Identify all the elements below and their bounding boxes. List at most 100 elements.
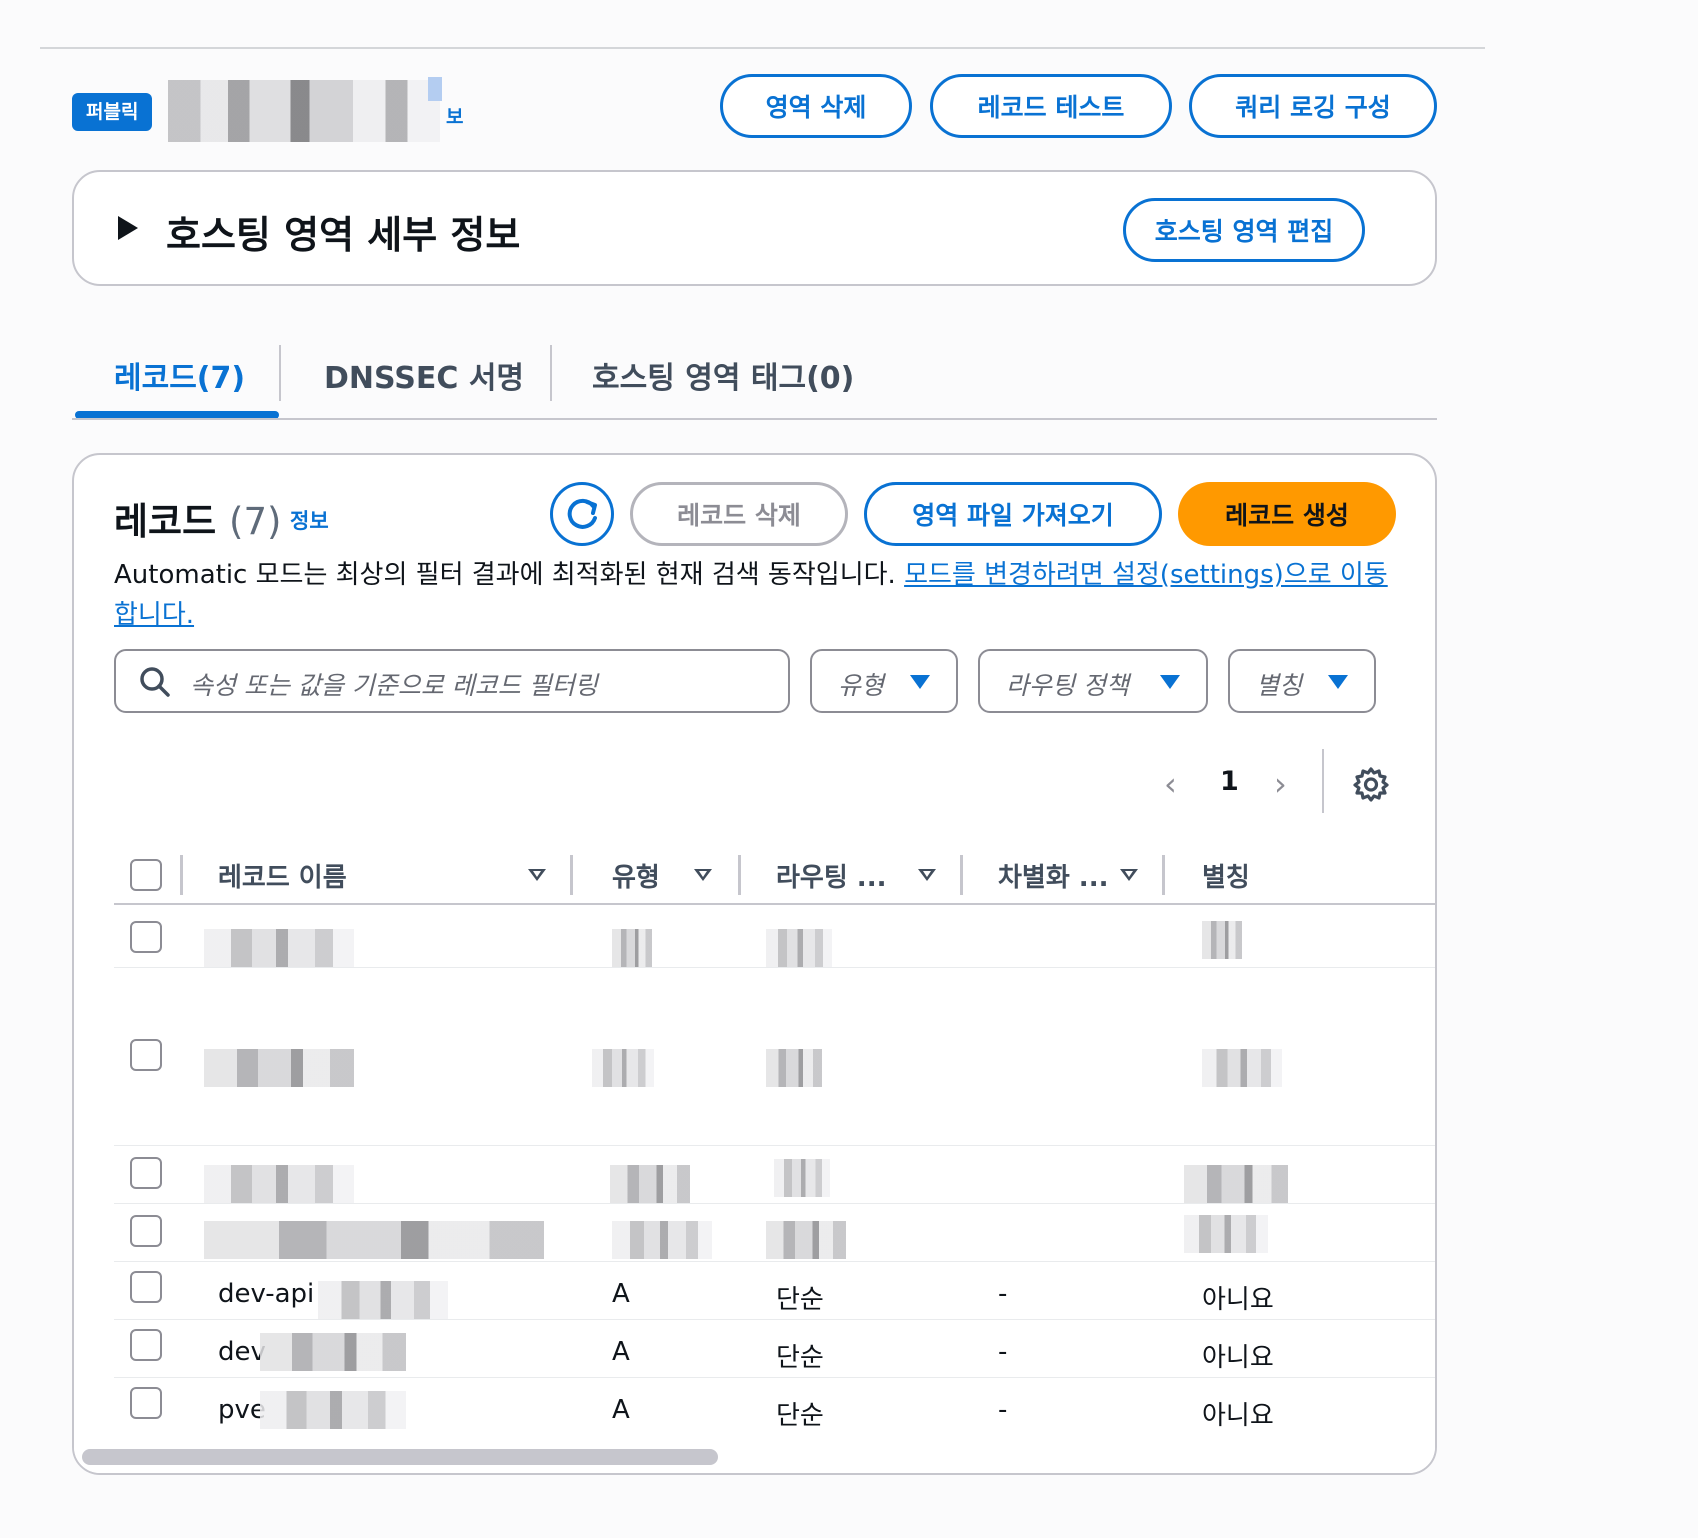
- column-separator: [960, 855, 963, 895]
- record-type: A: [612, 1395, 630, 1425]
- tab-dnssec[interactable]: DNSSEC 서명: [324, 353, 524, 397]
- row-divider: [114, 1319, 1435, 1320]
- row-divider: [114, 1145, 1435, 1146]
- row-divider: [114, 967, 1435, 968]
- records-search-input[interactable]: 속성 또는 값을 기준으로 레코드 필터링: [114, 649, 790, 713]
- redacted-cell: [204, 1165, 354, 1203]
- column-header-name[interactable]: 레코드 이름: [218, 857, 347, 894]
- create-record-button[interactable]: 레코드 생성: [1178, 482, 1396, 546]
- row-divider: [114, 1377, 1435, 1378]
- records-count: (7): [229, 500, 282, 543]
- expand-caret-icon[interactable]: [118, 216, 138, 240]
- row-checkbox[interactable]: [130, 921, 162, 953]
- redacted-cell: [260, 1391, 406, 1429]
- sort-icon[interactable]: [918, 869, 936, 881]
- type-filter-label: 유형: [838, 671, 885, 700]
- details-title[interactable]: 호스팅 영역 세부 정보: [166, 204, 520, 259]
- redacted-cell: [318, 1281, 448, 1319]
- record-name[interactable]: pve: [218, 1395, 266, 1425]
- select-all-checkbox[interactable]: [130, 859, 162, 891]
- record-name[interactable]: dev-api: [218, 1279, 314, 1309]
- column-header-type[interactable]: 유형: [612, 857, 660, 894]
- column-header-differentiator[interactable]: 차별화 ...: [998, 857, 1108, 894]
- hosted-zone-details-panel: 호스팅 영역 세부 정보 호스팅 영역 편집: [72, 170, 1437, 286]
- zone-name-redacted-part: [428, 77, 442, 101]
- caret-down-icon: [910, 675, 930, 689]
- redacted-cell: [1184, 1165, 1288, 1203]
- records-panel: 레코드 (7) 정보 레코드 삭제 영역 파일 가져오기 레코드 생성 Auto…: [72, 453, 1437, 1475]
- current-page[interactable]: 1: [1220, 766, 1239, 797]
- row-checkbox[interactable]: [130, 1039, 162, 1071]
- row-checkbox[interactable]: [130, 1215, 162, 1247]
- redacted-cell: [766, 929, 832, 967]
- record-routing: 단순: [776, 1343, 824, 1373]
- mode-description: Automatic 모드는 최상의 필터 결과에 최적화된 현재 검색 동작입니…: [114, 555, 1404, 635]
- caret-down-icon: [1328, 675, 1348, 689]
- record-alias: 아니요: [1202, 1401, 1274, 1431]
- sort-icon[interactable]: [528, 869, 546, 881]
- refresh-button[interactable]: [550, 482, 614, 546]
- caret-down-icon: [1160, 675, 1180, 689]
- refresh-icon: [567, 498, 597, 529]
- row-checkbox[interactable]: [130, 1387, 162, 1419]
- info-link[interactable]: 정보: [290, 505, 329, 535]
- redacted-cell: [612, 929, 652, 967]
- redacted-cell: [1202, 921, 1242, 959]
- test-record-button[interactable]: 레코드 테스트: [930, 74, 1172, 138]
- column-separator: [180, 855, 183, 895]
- record-routing: 단순: [776, 1401, 824, 1431]
- tab-tags[interactable]: 호스팅 영역 태그(0): [592, 353, 854, 397]
- delete-zone-button[interactable]: 영역 삭제: [720, 74, 912, 138]
- row-checkbox[interactable]: [130, 1157, 162, 1189]
- top-divider: [40, 47, 1485, 49]
- row-checkbox[interactable]: [130, 1271, 162, 1303]
- tab-records[interactable]: 레코드(7): [114, 353, 245, 397]
- redacted-cell: [766, 1049, 822, 1087]
- record-name[interactable]: dev: [218, 1337, 266, 1367]
- edit-hosted-zone-button[interactable]: 호스팅 영역 편집: [1123, 198, 1365, 262]
- redacted-cell: [1184, 1215, 1268, 1253]
- record-alias: 아니요: [1202, 1343, 1274, 1373]
- public-badge: 퍼블릭: [72, 93, 153, 131]
- column-separator: [1162, 855, 1165, 895]
- redacted-cell: [204, 929, 354, 967]
- column-header-alias[interactable]: 별칭: [1202, 857, 1250, 894]
- records-title: 레코드 (7): [114, 491, 281, 545]
- records-title-text: 레코드: [114, 500, 217, 543]
- sort-icon[interactable]: [694, 869, 712, 881]
- mode-description-text: Automatic 모드는 최상의 필터 결과에 최적화된 현재 검색 동작입니…: [114, 560, 905, 590]
- prev-page-button[interactable]: ‹: [1164, 765, 1177, 803]
- type-filter[interactable]: 유형: [810, 649, 958, 713]
- pagination-separator: [1322, 749, 1324, 813]
- redacted-cell: [610, 1165, 690, 1203]
- column-separator: [570, 855, 573, 895]
- tabs-divider: [72, 418, 1437, 420]
- redacted-cell: [204, 1221, 544, 1259]
- column-header-routing[interactable]: 라우팅 ...: [776, 857, 886, 894]
- record-differentiator: -: [998, 1395, 1008, 1425]
- row-checkbox[interactable]: [130, 1329, 162, 1361]
- zone-name-redacted: [168, 80, 440, 142]
- record-routing: 단순: [776, 1285, 824, 1315]
- row-divider: [114, 1203, 1435, 1204]
- redacted-cell: [766, 1221, 846, 1259]
- tab-separator: [550, 345, 552, 401]
- alias-filter-label: 별칭: [1256, 671, 1303, 700]
- record-differentiator: -: [998, 1337, 1008, 1367]
- scrollbar-thumb[interactable]: [82, 1449, 718, 1465]
- alias-filter[interactable]: 별칭: [1228, 649, 1376, 713]
- zone-name-suffix: 보: [446, 106, 464, 128]
- redacted-cell: [592, 1049, 654, 1087]
- sort-icon[interactable]: [1120, 869, 1138, 881]
- record-differentiator: -: [998, 1279, 1008, 1309]
- search-icon: [140, 667, 170, 697]
- query-logging-button[interactable]: 쿼리 로깅 구성: [1189, 74, 1437, 138]
- delete-record-button[interactable]: 레코드 삭제: [630, 482, 848, 546]
- import-zone-file-button[interactable]: 영역 파일 가져오기: [864, 482, 1162, 546]
- redacted-cell: [774, 1159, 830, 1197]
- record-type: A: [612, 1279, 630, 1309]
- routing-policy-filter[interactable]: 라우팅 정책: [978, 649, 1208, 713]
- gear-icon[interactable]: [1352, 765, 1390, 803]
- redacted-cell: [260, 1333, 406, 1371]
- next-page-button[interactable]: ›: [1274, 765, 1287, 803]
